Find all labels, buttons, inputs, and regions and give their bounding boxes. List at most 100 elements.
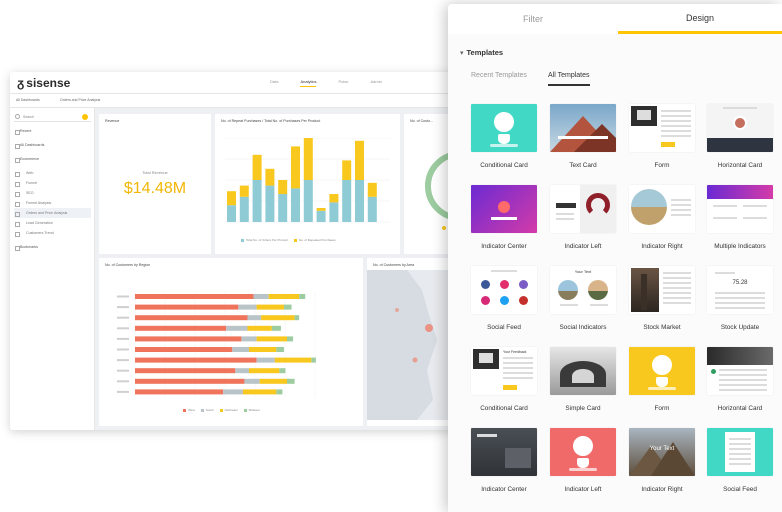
templates-section-title: Templates bbox=[466, 48, 504, 57]
template-tile[interactable]: 75.28 Stock Update bbox=[707, 266, 773, 331]
hbar-segment bbox=[135, 304, 239, 310]
hbar-segment bbox=[276, 389, 283, 395]
template-tile[interactable]: Text Card bbox=[550, 104, 616, 169]
sidebar-search[interactable]: Search bbox=[14, 113, 91, 122]
template-tile[interactable]: Indicator Right bbox=[629, 185, 695, 250]
sidebar-item[interactable]: SEO bbox=[14, 188, 91, 198]
nav-analytics[interactable]: Analytics bbox=[300, 79, 317, 87]
template-tile[interactable]: Horizontal Card bbox=[707, 104, 773, 169]
dashboard-window: ᵹ sisense Data Analytics Pulse Admin All… bbox=[10, 72, 480, 430]
breadcrumb-root[interactable]: All Dashboards bbox=[16, 98, 40, 102]
template-label: Indicator Left bbox=[564, 486, 602, 493]
template-thumbnail bbox=[471, 185, 537, 233]
template-thumbnail: Your Text bbox=[629, 428, 695, 476]
hbar-chart-card[interactable]: No. of Customers by Region West South No… bbox=[99, 258, 363, 426]
design-panel: Filter Design ▾ Templates Recent Templat… bbox=[448, 4, 782, 512]
sidebar-item[interactable]: Funnel bbox=[14, 178, 91, 188]
bar-chart bbox=[225, 138, 390, 223]
sidebar-item[interactable]: All Dashboards bbox=[14, 140, 91, 150]
subtab-all-templates[interactable]: All Templates bbox=[548, 72, 590, 86]
template-tile[interactable]: Your Feedback Conditional Card bbox=[471, 347, 537, 412]
bar-total bbox=[239, 196, 249, 222]
template-thumbnail: Your Text bbox=[550, 266, 616, 314]
hbar-segment bbox=[256, 336, 287, 342]
template-tile[interactable]: Your Text Social Indicators bbox=[550, 266, 616, 331]
hbar-segment bbox=[135, 347, 233, 352]
template-tile[interactable]: Horizontal Card bbox=[707, 347, 773, 412]
subtab-recent-templates[interactable]: Recent Templates bbox=[471, 72, 527, 79]
hbar-chart-legend: West South Northeast Midwest bbox=[183, 408, 260, 412]
bar-total bbox=[355, 180, 364, 222]
tab-design[interactable]: Design bbox=[618, 4, 782, 34]
nav-pulse[interactable]: Pulse bbox=[338, 79, 348, 87]
template-thumbnail bbox=[629, 347, 695, 395]
template-tile[interactable]: Indicator Left bbox=[550, 185, 616, 250]
hbar-chart bbox=[117, 292, 316, 398]
sidebar-item[interactable]: Customers Trend bbox=[14, 228, 91, 238]
template-thumbnail bbox=[629, 185, 695, 233]
logo-mark-icon: ᵹ bbox=[17, 76, 25, 90]
templates-section-header[interactable]: ▾ Templates bbox=[460, 48, 503, 57]
category-label bbox=[117, 316, 129, 319]
sisense-logo[interactable]: ᵹ sisense bbox=[17, 76, 70, 90]
nav-data[interactable]: Data bbox=[270, 79, 278, 87]
template-tile[interactable]: Stock Market bbox=[629, 266, 695, 331]
sidebar-item[interactable]: Orders and Price Analysis bbox=[14, 208, 91, 218]
template-thumbnail bbox=[471, 266, 537, 314]
sidebar-item[interactable]: Web bbox=[14, 168, 91, 178]
template-label: Stock Update bbox=[720, 324, 760, 331]
hbar-segment bbox=[235, 368, 249, 374]
template-thumbnail bbox=[550, 347, 616, 395]
bar-total bbox=[329, 202, 339, 222]
sidebar-item[interactable]: Funnel Analysis bbox=[14, 198, 91, 208]
template-subtabs: Recent Templates All Templates bbox=[448, 72, 782, 90]
hbar-segment bbox=[247, 315, 262, 321]
search-icon bbox=[15, 114, 20, 119]
sidebar-item[interactable]: Recent bbox=[14, 126, 91, 136]
template-label: Text Card bbox=[569, 162, 597, 169]
bar-total bbox=[342, 180, 352, 222]
collapse-caret-icon: ▾ bbox=[460, 49, 464, 57]
hbar-segment bbox=[249, 347, 277, 352]
category-label bbox=[117, 306, 129, 309]
bar-total bbox=[265, 185, 275, 222]
template-label: Social Indicators bbox=[559, 324, 607, 331]
add-dashboard-icon[interactable] bbox=[82, 114, 88, 120]
template-thumbnail: Your Feedback bbox=[471, 347, 537, 395]
template-tile[interactable]: Your Text Indicator Right bbox=[629, 428, 695, 493]
template-tile[interactable]: Simple Card bbox=[550, 347, 616, 412]
sidebar-item[interactable]: Lead Generation bbox=[14, 218, 91, 228]
legend-item: Northeast bbox=[219, 408, 238, 412]
template-tile[interactable]: Social Feed bbox=[707, 428, 773, 493]
hbar-segment bbox=[261, 315, 295, 321]
hbar-segment bbox=[135, 325, 227, 331]
template-label: Social Feed bbox=[487, 324, 521, 331]
bar-total bbox=[291, 188, 300, 222]
breadcrumb-current[interactable]: Orders and Price Analysis bbox=[60, 98, 100, 102]
template-tile[interactable]: Indicator Center bbox=[471, 428, 537, 493]
sidebar-item[interactable]: Ecommerce bbox=[14, 154, 91, 164]
template-label: Indicator Center bbox=[481, 243, 527, 250]
template-tile[interactable]: Social Feed bbox=[471, 266, 537, 331]
tab-filter[interactable]: Filter bbox=[448, 4, 618, 34]
template-label: Indicator Right bbox=[641, 243, 683, 250]
template-tile[interactable]: Form bbox=[629, 347, 695, 412]
hbar-segment bbox=[294, 315, 300, 321]
template-tile[interactable]: Form bbox=[629, 104, 695, 169]
template-tile[interactable]: Indicator Left bbox=[550, 428, 616, 493]
hbar-segment bbox=[287, 378, 295, 384]
kpi-card[interactable]: Revenue Total Revenue $14.48M bbox=[99, 114, 211, 254]
hbar-segment bbox=[253, 294, 269, 299]
template-tile[interactable]: Multiple Indicators bbox=[707, 185, 773, 250]
category-label bbox=[117, 369, 129, 372]
nav-admin[interactable]: Admin bbox=[370, 79, 381, 87]
sidebar-item[interactable]: Bookmarks bbox=[14, 242, 91, 252]
bar-total bbox=[278, 194, 288, 222]
template-tile[interactable]: Conditional Card bbox=[471, 104, 537, 169]
template-thumbnail bbox=[471, 428, 537, 476]
template-label: Conditional Card bbox=[480, 405, 528, 412]
hbar-segment bbox=[232, 347, 249, 352]
legend-item: Midwest bbox=[243, 408, 260, 412]
bar-chart-card[interactable]: No. of Repeat Purchases / Total No. of P… bbox=[215, 114, 400, 254]
template-tile[interactable]: Indicator Center bbox=[471, 185, 537, 250]
